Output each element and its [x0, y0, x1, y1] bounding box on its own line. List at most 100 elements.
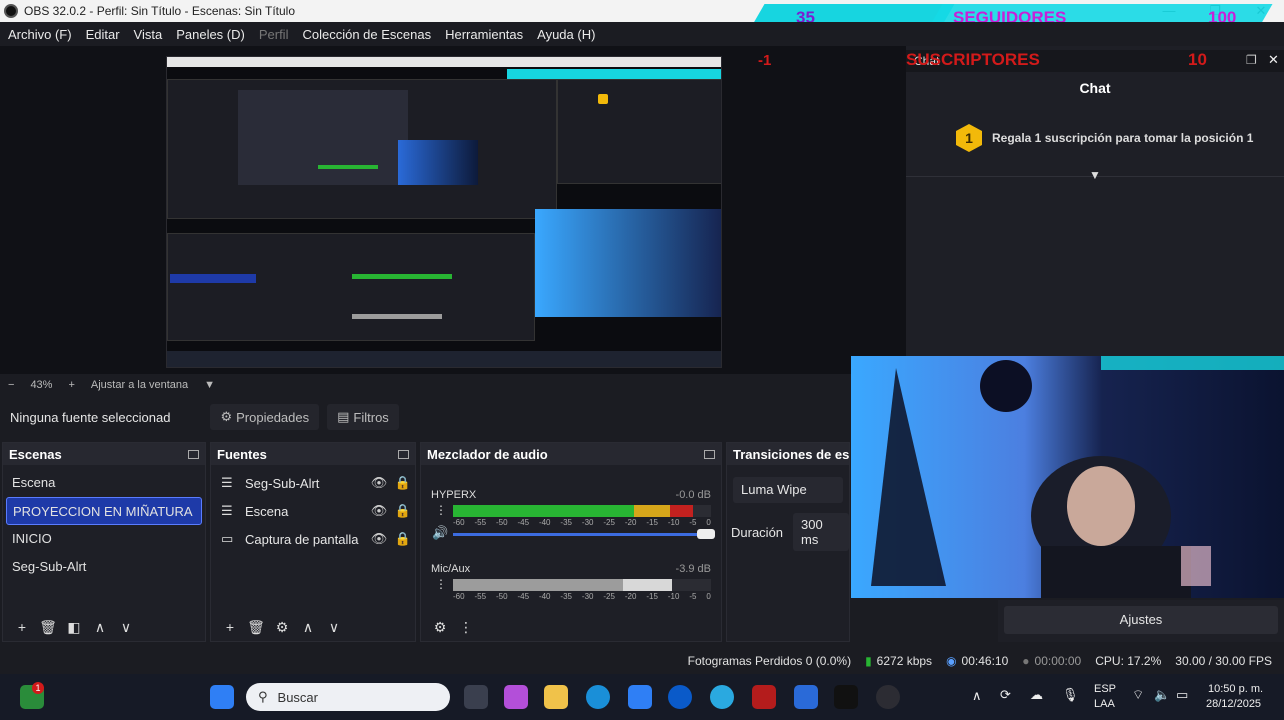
move-up-icon[interactable]: ∧ [87, 619, 113, 636]
cpu-usage: CPU: 17.2% [1095, 654, 1162, 668]
zoom-in-button[interactable]: + [68, 379, 74, 391]
language-bottom[interactable]: LAA [1094, 698, 1115, 710]
move-down-icon[interactable]: ∨ [321, 619, 347, 636]
zoom-dropdown-icon[interactable]: ▼ [204, 379, 215, 391]
menu-editar[interactable]: Editar [86, 27, 120, 42]
taskbar-search[interactable]: ⚲ Buscar [246, 683, 450, 711]
clock-date[interactable]: 28/12/2025 [1206, 698, 1261, 710]
remove-scene-icon[interactable]: 🗑 [35, 619, 61, 636]
dock-close-icon[interactable]: ✕ [1268, 52, 1279, 68]
source-label: Escena [245, 503, 289, 519]
source-settings-icon[interactable]: ⚙ [269, 619, 295, 636]
scenes-title: Escenas [9, 446, 62, 462]
menu-bar: Archivo (F) Editar Vista Paneles (D) Per… [0, 22, 1284, 46]
cloud-icon[interactable]: ☁ [1030, 687, 1043, 703]
dock-popout-icon[interactable] [188, 449, 199, 459]
edge-icon[interactable] [586, 685, 610, 709]
scene-item[interactable]: Escena [6, 469, 202, 497]
menu-herramientas[interactable]: Herramientas [445, 27, 523, 42]
speaker-icon[interactable]: 🔊 [432, 525, 448, 541]
browser-icon[interactable] [710, 685, 734, 709]
microphone-icon[interactable]: 🎙 [1062, 687, 1079, 703]
bitrate-status: ▮ 6272 kbps [865, 654, 933, 668]
scene-item[interactable]: INICIO [6, 525, 202, 553]
tiktok-icon[interactable] [834, 685, 858, 709]
fit-window-button[interactable]: Ajustar a la ventana [91, 379, 188, 391]
webcam-scene-image [871, 356, 1284, 598]
chat-dock-header: Chat SUSCRIPTORES 10 ❐ ✕ [906, 50, 1284, 72]
dock-popout-icon[interactable] [398, 449, 409, 459]
mail-icon[interactable] [794, 685, 818, 709]
move-down-icon[interactable]: ∨ [113, 619, 139, 636]
filters-button[interactable]: ▤ Filtros [327, 404, 399, 430]
copilot-icon[interactable] [504, 685, 528, 709]
controls-dock: Ajustes [998, 600, 1284, 642]
remove-source-icon[interactable]: 🗑 [243, 619, 269, 636]
visibility-eye-icon[interactable]: 👁 [367, 503, 391, 519]
live-status: ◉ 00:46:10 [946, 654, 1009, 668]
meter-scale: -60 -55 -50 -45 -40 -35 -30 -25 -20 -15 -10 -5 0 [453, 518, 711, 527]
add-scene-icon[interactable]: + [9, 619, 35, 635]
source-item[interactable]: ☰ Seg-Sub-Alrt 👁 🔒 [211, 469, 415, 497]
scene-item-selected[interactable]: PROYECCION EN MIÑATURA [6, 497, 202, 525]
subs-label: SUSCRIPTORES [906, 50, 1040, 69]
source-item[interactable]: ▭ Captura de pantalla 👁 🔒 [211, 525, 415, 553]
sync-icon[interactable]: ⟳ [1000, 687, 1011, 703]
preview-canvas[interactable] [166, 56, 722, 368]
nested-taskbar [167, 351, 721, 367]
obs-taskbar-icon[interactable] [876, 685, 900, 709]
menu-coleccion-escenas[interactable]: Colección de Escenas [302, 27, 431, 42]
audio-mixer-dock: Mezclador de audio HYPERX -0.0 dB -60 -55… [420, 442, 722, 642]
menu-archivo[interactable]: Archivo (F) [8, 27, 72, 42]
settings-button[interactable]: Ajustes [1004, 606, 1278, 634]
search-placeholder: Buscar [277, 689, 318, 705]
menu-ayuda[interactable]: Ayuda (H) [537, 27, 595, 42]
visibility-eye-icon[interactable]: 👁 [367, 531, 391, 547]
move-up-icon[interactable]: ∧ [295, 619, 321, 636]
lock-icon[interactable]: 🔒 [391, 475, 415, 491]
duration-row: Duración 300 ms [731, 513, 849, 551]
clock-time[interactable]: 10:50 p. m. [1208, 683, 1263, 695]
task-view-icon[interactable] [464, 685, 488, 709]
channel-menu-icon[interactable]: ⋮ [435, 503, 447, 517]
channel-menu-icon[interactable]: ⋮ [435, 577, 447, 591]
source-label: Captura de pantalla [245, 531, 359, 547]
source-item[interactable]: ☰ Escena 👁 🔒 [211, 497, 415, 525]
lock-icon[interactable]: 🔒 [391, 531, 415, 547]
tray-expand-icon[interactable]: ∧ [972, 688, 982, 704]
add-source-icon[interactable]: + [217, 619, 243, 635]
dock-popout-icon[interactable] [704, 449, 715, 459]
battery-icon[interactable]: ▭ [1176, 687, 1188, 703]
volume-slider[interactable] [453, 529, 715, 539]
volume-icon[interactable]: 🔈 [1154, 687, 1170, 703]
chat-dock: Chat SUSCRIPTORES 10 ❐ ✕ Chat 1 Regala 1… [906, 46, 1284, 356]
menu-vista[interactable]: Vista [134, 27, 163, 42]
duration-input[interactable]: 300 ms [793, 513, 849, 551]
visibility-eye-icon[interactable]: 👁 [367, 475, 391, 491]
windows-start-icon[interactable] [210, 685, 234, 709]
wifi-icon[interactable]: ⌔ [1132, 687, 1144, 703]
transitions-dock: Transiciones de esc Luma Wipe Duración 3… [726, 442, 850, 642]
zoom-out-button[interactable]: − [8, 379, 14, 391]
menu-paneles[interactable]: Paneles (D) [176, 27, 245, 42]
hp-icon[interactable] [668, 685, 692, 709]
scene-filters-icon[interactable]: ◧ [61, 619, 87, 636]
scroll-down-icon[interactable]: ▼ [1088, 168, 1102, 182]
dock-float-icon[interactable]: ❐ [1246, 53, 1257, 67]
language-top[interactable]: ESP [1094, 683, 1116, 695]
scene-item[interactable]: Seg-Sub-Alrt [6, 553, 202, 581]
lock-icon[interactable]: 🔒 [391, 503, 415, 519]
rank-badge-icon: 1 [956, 124, 982, 152]
mixer-menu-icon[interactable]: ⋮ [453, 619, 479, 636]
slider-handle[interactable] [697, 529, 715, 539]
transition-select[interactable]: Luma Wipe [733, 477, 843, 503]
mcafee-icon[interactable] [752, 685, 776, 709]
properties-button[interactable]: ⚙ Propiedades [210, 404, 320, 430]
store-icon[interactable] [628, 685, 652, 709]
mixer-channel-hyperx: HYPERX -0.0 dB -60 -55 -50 -45 -40 -35 -30 -25-… [421, 483, 721, 557]
menu-perfil[interactable]: Perfil [259, 27, 289, 42]
mixer-settings-icon[interactable]: ⚙ [427, 619, 453, 636]
file-explorer-icon[interactable] [544, 685, 568, 709]
scene-source-icon: ☰ [221, 503, 233, 518]
gear-icon: ⚙ [220, 409, 233, 424]
